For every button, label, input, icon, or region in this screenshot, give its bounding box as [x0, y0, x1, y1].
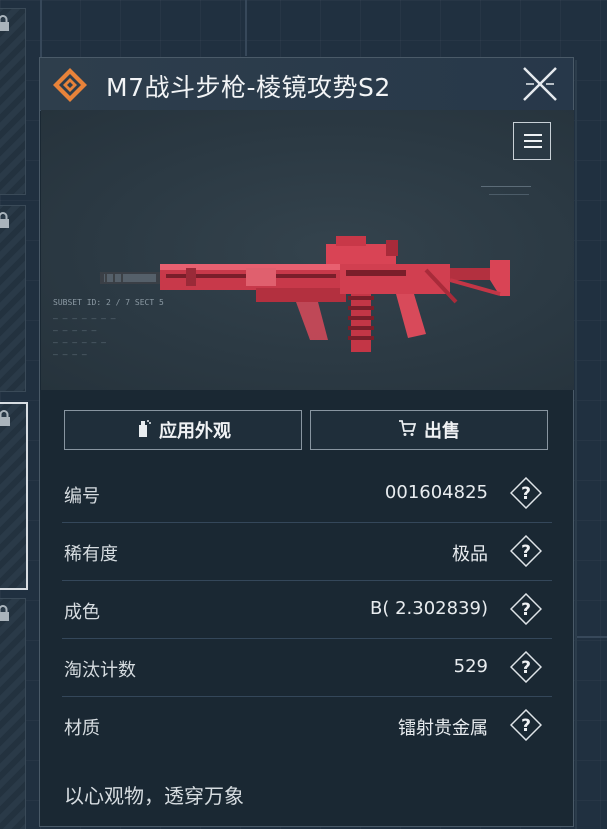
question-diamond-icon: ?	[509, 476, 543, 510]
help-button[interactable]: ?	[509, 592, 543, 626]
list-icon-line	[524, 146, 542, 148]
lock-icon	[0, 605, 11, 623]
window-title: M7战斗步枪-棱镜攻势S2	[106, 73, 391, 102]
row-label: 淘汰计数	[64, 660, 136, 681]
detail-row-material: 材质 镭射贵金属 ?	[62, 696, 552, 754]
bg-divider	[40, 0, 42, 60]
help-button[interactable]: ?	[509, 476, 543, 510]
cart-icon	[398, 419, 417, 441]
close-button[interactable]	[520, 64, 560, 104]
row-value: 001604825	[384, 482, 488, 503]
sell-button[interactable]: 出售	[310, 410, 548, 450]
detail-row-kills: 淘汰计数 529 ?	[62, 638, 552, 697]
item-detail-panel: M7战斗步枪-棱镜攻势S2 SUBSET ID: 2 / 7 SECT 5 — …	[39, 57, 574, 827]
apply-skin-label: 应用外观	[159, 421, 231, 442]
bg-divider	[575, 636, 607, 638]
flavor-text: 以心观物，透穿万象	[64, 784, 244, 808]
weapon-image	[100, 236, 510, 352]
weapon-preview: SUBSET ID: 2 / 7 SECT 5 — — — — — — — — …	[41, 110, 574, 390]
lock-icon	[0, 410, 12, 428]
hud-line	[481, 186, 531, 187]
svg-text:?: ?	[521, 542, 531, 562]
hud-line	[489, 194, 529, 195]
help-button[interactable]: ?	[509, 650, 543, 684]
detail-row-wear: 成色 B( 2.302839) ?	[62, 580, 552, 639]
question-diamond-icon: ?	[509, 592, 543, 626]
apply-skin-button[interactable]: 应用外观	[64, 410, 302, 450]
row-label: 材质	[64, 718, 100, 739]
svg-text:?: ?	[521, 658, 531, 678]
bg-divider	[575, 60, 577, 829]
hud-readout: — — — —	[53, 350, 87, 359]
row-value: 极品	[452, 544, 488, 565]
list-icon-line	[524, 140, 542, 142]
row-label: 稀有度	[64, 544, 118, 565]
diamond-emblem-icon	[52, 67, 88, 103]
bg-divider	[245, 0, 247, 56]
row-value: B( 2.302839)	[369, 598, 488, 619]
inventory-slot[interactable]	[0, 205, 26, 392]
row-label: 成色	[64, 602, 100, 623]
lock-icon	[0, 212, 11, 230]
inventory-slot-selected[interactable]	[0, 402, 28, 590]
svg-text:?: ?	[521, 600, 531, 620]
detail-row-id: 编号 001604825 ?	[62, 464, 552, 523]
lock-icon	[0, 15, 11, 33]
spray-can-icon	[135, 419, 151, 441]
list-icon	[524, 134, 542, 136]
svg-text:?: ?	[521, 716, 531, 736]
help-button[interactable]: ?	[509, 708, 543, 742]
question-diamond-icon: ?	[509, 708, 543, 742]
title-bar: M7战斗步枪-棱镜攻势S2	[40, 58, 573, 111]
inventory-slot[interactable]	[0, 8, 26, 195]
row-value: 529	[453, 656, 488, 677]
list-button[interactable]	[513, 122, 551, 160]
inventory-slot[interactable]	[0, 598, 26, 829]
question-diamond-icon: ?	[509, 650, 543, 684]
row-value: 镭射贵金属	[398, 718, 488, 739]
hud-readout: — — — — —	[53, 326, 97, 335]
svg-text:?: ?	[521, 484, 531, 504]
row-label: 编号	[64, 486, 100, 507]
detail-row-rarity: 稀有度 极品 ?	[62, 522, 552, 581]
question-diamond-icon: ?	[509, 534, 543, 568]
close-icon	[523, 67, 557, 101]
help-button[interactable]: ?	[509, 534, 543, 568]
sell-label: 出售	[424, 421, 460, 442]
